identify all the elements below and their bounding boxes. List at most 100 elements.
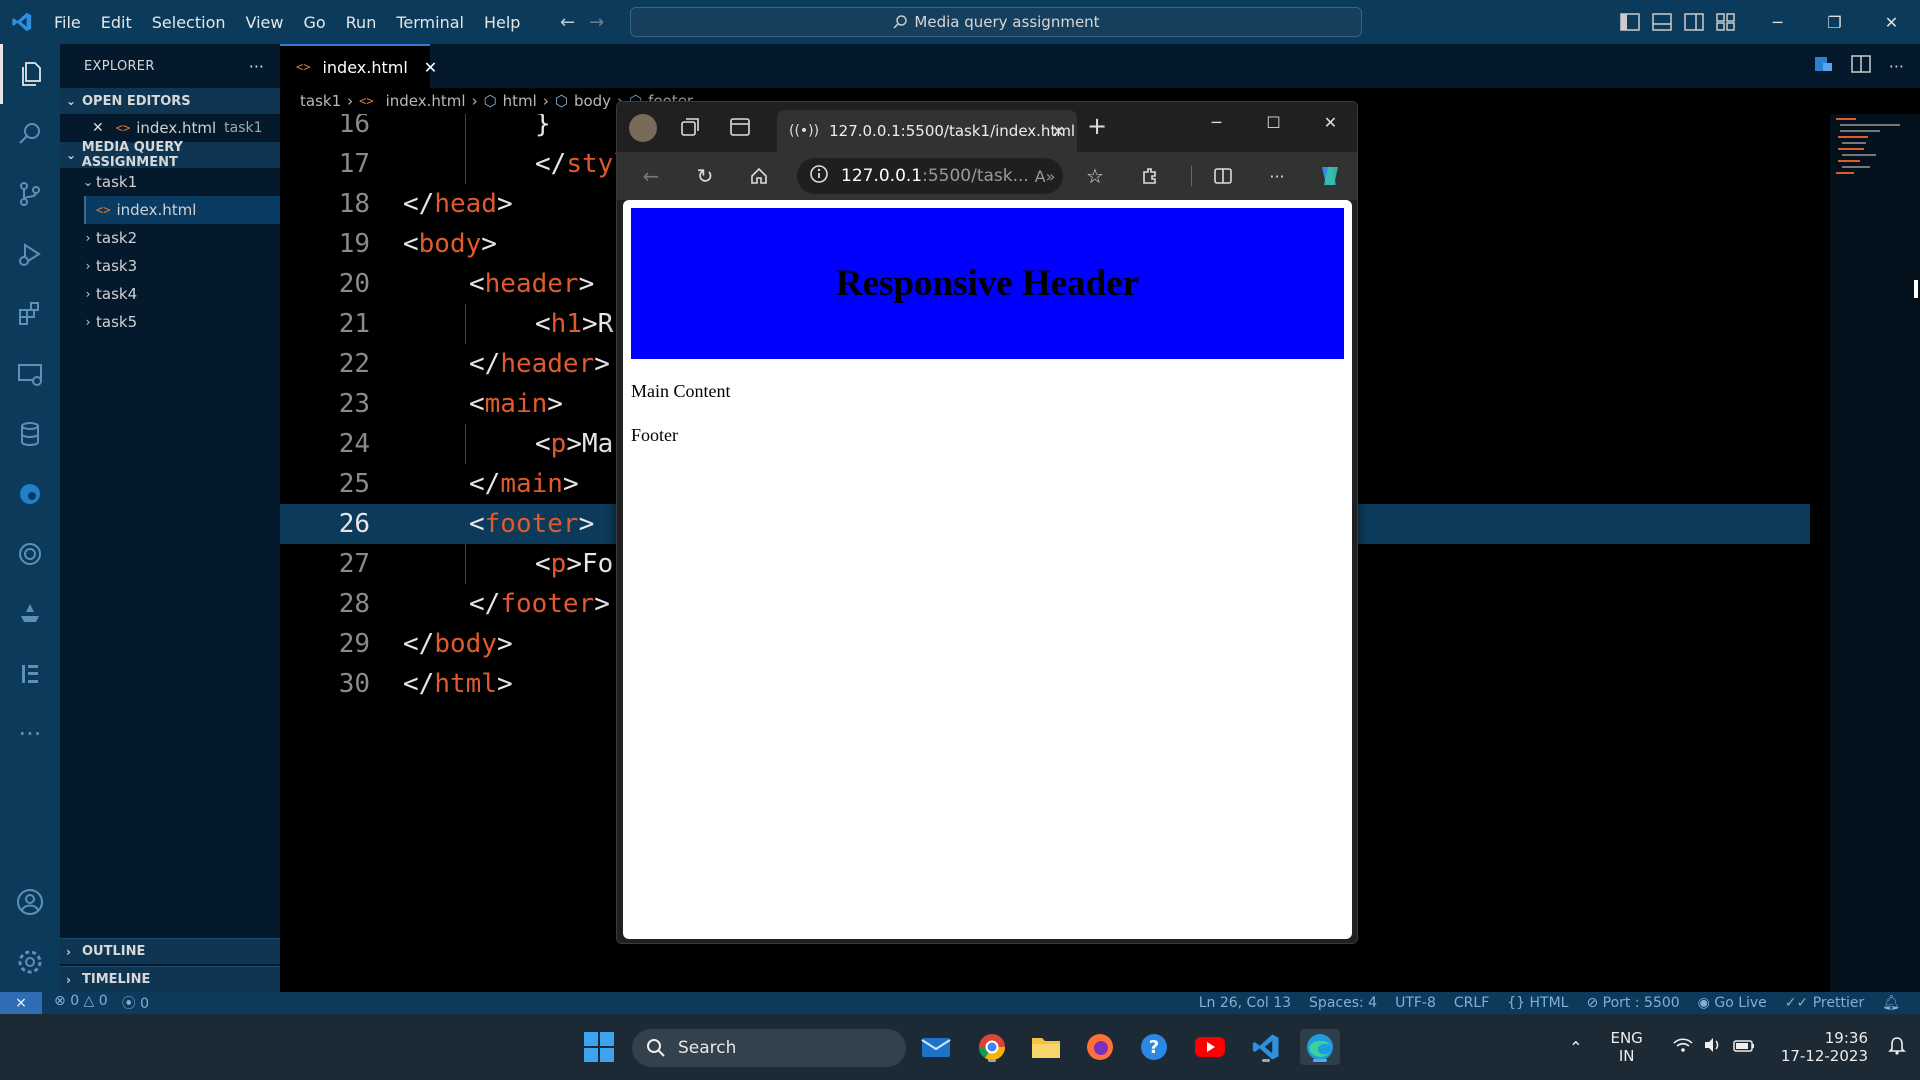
- accounts-icon[interactable]: [0, 872, 60, 932]
- menu-run[interactable]: Run: [336, 13, 387, 32]
- timeline-section[interactable]: › TIMELINE: [60, 966, 280, 992]
- notifications-bell-icon[interactable]: 🔔︎: [1882, 995, 1900, 1011]
- chrome-app-icon[interactable]: [972, 1029, 1012, 1065]
- copilot-icon[interactable]: [1309, 152, 1349, 200]
- address-bar[interactable]: 127.0.0.1:5500/task...: [797, 158, 1063, 194]
- split-editor-icon[interactable]: [1850, 55, 1871, 77]
- run-debug-icon[interactable]: [0, 224, 60, 284]
- close-icon[interactable]: ✕: [1302, 102, 1357, 142]
- folder-task4[interactable]: › task4: [60, 280, 280, 308]
- new-tab-icon[interactable]: +: [1087, 112, 1107, 140]
- toggle-panel-icon[interactable]: [1652, 13, 1672, 31]
- profile-avatar[interactable]: [629, 114, 657, 142]
- tab-actions-icon[interactable]: [729, 116, 751, 142]
- outline-section[interactable]: › OUTLINE: [60, 938, 280, 964]
- breadcrumb-folder[interactable]: task1: [300, 92, 341, 110]
- folder-task5[interactable]: › task5: [60, 308, 280, 336]
- menu-help[interactable]: Help: [474, 13, 530, 32]
- mail-app-icon[interactable]: [916, 1029, 956, 1065]
- close-tab-icon[interactable]: ✕: [424, 58, 437, 77]
- more-actions-icon[interactable]: ···: [249, 57, 264, 76]
- chevron-up-icon[interactable]: ⌃: [1569, 1038, 1582, 1057]
- deploy-icon[interactable]: [0, 584, 60, 644]
- menu-terminal[interactable]: Terminal: [386, 13, 474, 32]
- back-arrow-icon[interactable]: ←: [631, 152, 671, 200]
- firefox-app-icon[interactable]: [1080, 1029, 1120, 1065]
- close-editor-icon[interactable]: ✕: [92, 120, 104, 136]
- menu-selection[interactable]: Selection: [142, 13, 236, 32]
- taskbar-search[interactable]: Search: [632, 1029, 906, 1067]
- command-center[interactable]: Media query assignment: [630, 7, 1362, 37]
- toggle-secondary-sidebar-icon[interactable]: [1684, 13, 1704, 31]
- extensions-icon[interactable]: [0, 284, 60, 344]
- more-actions-icon[interactable]: ···: [1889, 57, 1904, 76]
- settings-gear-icon[interactable]: [0, 932, 60, 992]
- open-preview-icon[interactable]: [1813, 55, 1833, 77]
- close-icon[interactable]: ✕: [1863, 0, 1920, 44]
- refresh-icon[interactable]: ↻: [685, 152, 725, 200]
- folder-task2[interactable]: › task2: [60, 224, 280, 252]
- minimize-icon[interactable]: ─: [1188, 102, 1245, 142]
- menu-file[interactable]: File: [44, 13, 91, 32]
- minimize-icon[interactable]: ─: [1749, 0, 1806, 44]
- chatgpt-icon[interactable]: [0, 524, 60, 584]
- favorite-star-icon[interactable]: ☆: [1075, 152, 1115, 200]
- breadcrumb-file[interactable]: index.html: [386, 92, 466, 110]
- open-editor-item[interactable]: ✕ <> index.html task1: [60, 114, 280, 142]
- site-info-icon[interactable]: [809, 164, 829, 188]
- line-endings[interactable]: CRLF: [1454, 995, 1489, 1011]
- vscode-app-icon[interactable]: [1246, 1029, 1286, 1065]
- volume-icon[interactable]: [1703, 1037, 1723, 1057]
- customize-layout-icon[interactable]: [1716, 13, 1736, 31]
- scrollbar-thumb[interactable]: [1914, 280, 1918, 298]
- remote-explorer-icon[interactable]: [0, 344, 60, 404]
- browser-tab[interactable]: ((•)) 127.0.0.1:5500/task1/index.html ✕: [777, 110, 1077, 152]
- back-arrow-icon[interactable]: ←: [560, 12, 575, 33]
- go-live-button[interactable]: ◉ Go Live: [1698, 995, 1767, 1011]
- elementor-icon[interactable]: [0, 644, 60, 704]
- input-language[interactable]: ENG IN: [1610, 1029, 1642, 1065]
- file-index-html[interactable]: <> index.html: [84, 196, 280, 224]
- open-editors-section[interactable]: ⌄ OPEN EDITORS: [60, 88, 280, 114]
- clock[interactable]: 19:36 17-12-2023: [1781, 1029, 1868, 1065]
- home-icon[interactable]: [739, 152, 779, 200]
- file-explorer-icon[interactable]: [1026, 1029, 1066, 1065]
- ports-indicator[interactable]: ⦿ 0: [122, 993, 149, 1013]
- edge-app-icon[interactable]: [1300, 1029, 1340, 1065]
- windows-start-icon[interactable]: [584, 1032, 614, 1062]
- battery-icon[interactable]: [1733, 1038, 1755, 1057]
- prettier-indicator[interactable]: ✓✓ Prettier: [1785, 995, 1864, 1011]
- split-screen-icon[interactable]: [1203, 152, 1243, 200]
- notification-bell-icon[interactable]: [1888, 1035, 1906, 1059]
- search-icon[interactable]: [0, 104, 60, 164]
- workspaces-icon[interactable]: [679, 116, 701, 142]
- problems-indicator[interactable]: ⊗ 0 △ 0: [54, 993, 108, 1013]
- folder-task3[interactable]: › task3: [60, 252, 280, 280]
- minimap[interactable]: [1830, 114, 1920, 992]
- close-tab-icon[interactable]: ✕: [1052, 122, 1065, 141]
- live-server-port[interactable]: ⊘ Port : 5500: [1586, 995, 1679, 1011]
- forward-arrow-icon[interactable]: →: [589, 12, 604, 33]
- youtube-app-icon[interactable]: [1190, 1029, 1230, 1065]
- more-icon[interactable]: ···: [0, 704, 60, 764]
- menu-go[interactable]: Go: [293, 13, 335, 32]
- wifi-icon[interactable]: [1673, 1037, 1693, 1057]
- menu-view[interactable]: View: [236, 13, 294, 32]
- language-mode[interactable]: {} HTML: [1507, 995, 1568, 1011]
- folder-task1[interactable]: ⌄ task1: [60, 168, 280, 196]
- settings-more-icon[interactable]: ···: [1257, 152, 1297, 200]
- encoding[interactable]: UTF-8: [1395, 995, 1436, 1011]
- remote-indicator-icon[interactable]: ⨯: [0, 992, 42, 1014]
- read-aloud-icon[interactable]: A»: [1025, 152, 1065, 200]
- project-section[interactable]: ⌄ MEDIA QUERY ASSIGNMENT: [60, 140, 280, 170]
- menu-edit[interactable]: Edit: [91, 13, 142, 32]
- maximize-icon[interactable]: ☐: [1245, 102, 1302, 142]
- explorer-icon[interactable]: [0, 44, 60, 104]
- breadcrumb-html[interactable]: html: [503, 92, 537, 110]
- extensions-icon[interactable]: [1129, 152, 1169, 200]
- source-control-icon[interactable]: [0, 164, 60, 224]
- database-icon[interactable]: [0, 404, 60, 464]
- help-app-icon[interactable]: ?: [1134, 1029, 1174, 1065]
- restore-icon[interactable]: ❐: [1806, 0, 1863, 44]
- indentation[interactable]: Spaces: 4: [1309, 995, 1377, 1011]
